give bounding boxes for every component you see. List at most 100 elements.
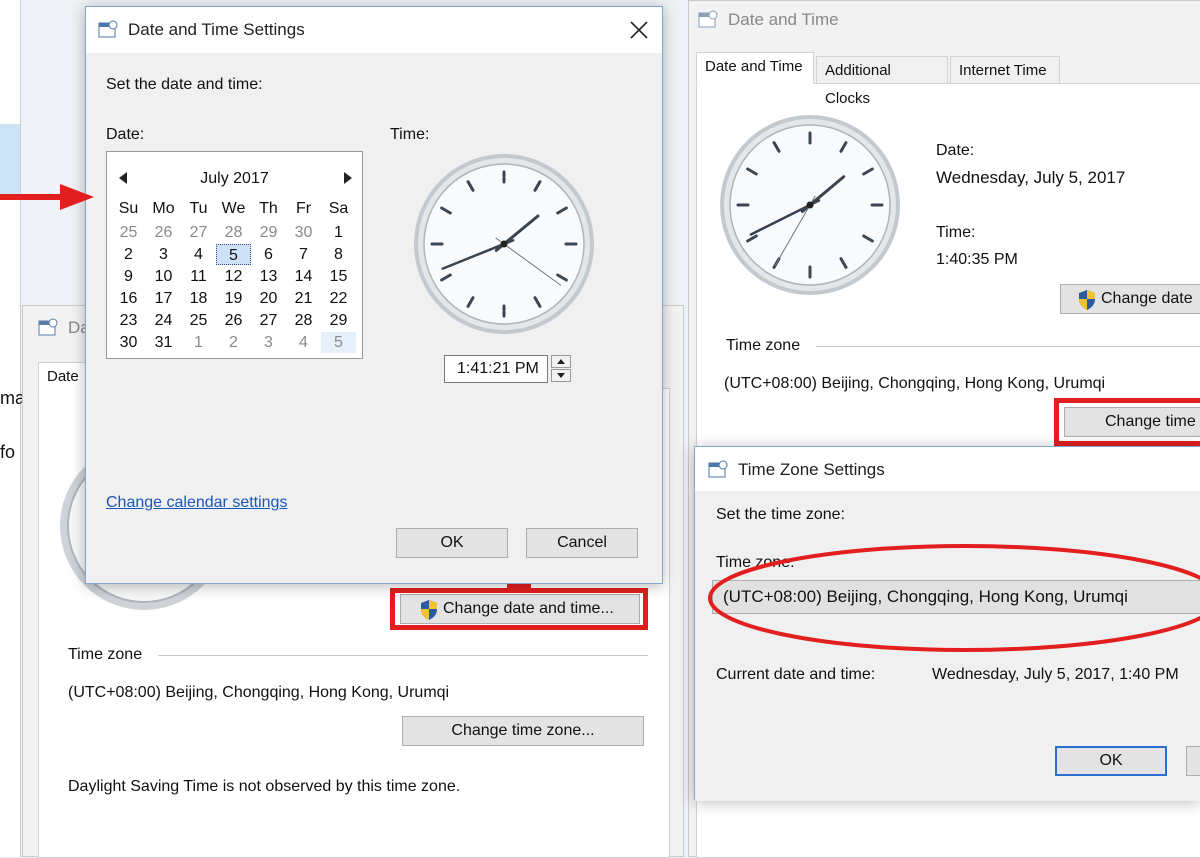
clock-center	[500, 240, 508, 248]
calendar-day[interactable]: 2	[111, 244, 146, 265]
calendar-day[interactable]: 12	[216, 266, 251, 287]
left-timezone-value: (UTC+08:00) Beijing, Chongqing, Hong Kon…	[68, 684, 450, 701]
close-icon[interactable]	[628, 19, 650, 41]
calendar-day[interactable]: 7	[286, 244, 321, 265]
calendar-day[interactable]: 24	[146, 310, 181, 331]
calendar-day[interactable]: 27	[251, 310, 286, 331]
left-timezone-divider	[158, 655, 648, 656]
weekday-header: Sa	[328, 200, 349, 217]
ok-button[interactable]: OK	[396, 528, 508, 558]
calendar-day[interactable]: 1	[181, 332, 216, 353]
right-date-value: Wednesday, July 5, 2017	[936, 168, 1126, 187]
red-right-arrow	[0, 184, 94, 210]
calendar-day[interactable]: 14	[286, 266, 321, 287]
time-spin-down[interactable]	[551, 369, 571, 382]
calendar-day[interactable]: 4	[286, 332, 321, 353]
tz-current-value: Wednesday, July 5, 2017, 1:40 PM	[932, 666, 1179, 683]
right-change-date-label: Change date	[1101, 290, 1193, 307]
calendar-day[interactable]: 18	[181, 288, 216, 309]
calendar-day[interactable]: 23	[111, 310, 146, 331]
tab-date-and-time[interactable]: Date and Time	[696, 52, 814, 84]
calendar-icon	[708, 460, 728, 478]
calendar-day[interactable]: 22	[321, 288, 356, 309]
calendar-day[interactable]: 3	[146, 244, 181, 265]
calendar-icon	[98, 20, 118, 38]
tz-cancel-button-partial[interactable]	[1186, 746, 1200, 776]
calendar-day[interactable]: 25	[111, 222, 146, 243]
calendar[interactable]: July 2017 Su Mo Tu We Th Fr Sa 25 26 27 28 29 30 1 2 3 4…	[106, 151, 363, 359]
time-input[interactable]: 1:41:21 PM	[444, 355, 548, 383]
calendar-month-title[interactable]: July 2017	[107, 170, 362, 188]
tab-additional-clocks[interactable]: Additional Clocks	[816, 56, 948, 107]
tz-current-label: Current date and time:	[716, 666, 876, 683]
calendar-day[interactable]: 6	[251, 244, 286, 265]
calendar-day[interactable]: 17	[146, 288, 181, 309]
calendar-day[interactable]: 28	[286, 310, 321, 331]
calendar-day[interactable]: 30	[111, 332, 146, 353]
calendar-day[interactable]: 27	[181, 222, 216, 243]
calendar-icon	[698, 10, 718, 28]
calendar-day[interactable]: 9	[111, 266, 146, 287]
calendar-day[interactable]: 3	[251, 332, 286, 353]
cancel-button[interactable]: Cancel	[526, 528, 638, 558]
calendar-icon	[38, 318, 58, 336]
right-time-label: Time:	[936, 224, 976, 241]
calendar-day[interactable]: 29	[321, 310, 356, 331]
analog-clock	[414, 154, 594, 334]
tz-instruction: Set the time zone:	[716, 506, 845, 523]
tab-internet-time[interactable]: Internet Time	[950, 56, 1060, 84]
calendar-day[interactable]: 10	[146, 266, 181, 287]
calendar-day[interactable]: 26	[216, 310, 251, 331]
calendar-day[interactable]: 16	[111, 288, 146, 309]
tz-dialog-title: Time Zone Settings	[738, 460, 885, 479]
calendar-day[interactable]: 20	[251, 288, 286, 309]
time-spin-up[interactable]	[551, 355, 571, 368]
weekday-header: Mo	[152, 200, 175, 217]
spin-up-icon	[557, 359, 565, 364]
dialog-title: Date and Time Settings	[128, 20, 305, 39]
calendar-day[interactable]: 25	[181, 310, 216, 331]
calendar-day[interactable]: 29	[251, 222, 286, 243]
calendar-day[interactable]: 2	[216, 332, 251, 353]
date-label: Date:	[106, 126, 145, 143]
calendar-day[interactable]: 4	[181, 244, 216, 265]
right-timezone-value: (UTC+08:00) Beijing, Chongqing, Hong Kon…	[724, 375, 1106, 392]
right-window-title: Date and Time	[728, 10, 839, 29]
calendar-day[interactable]: 19	[216, 288, 251, 309]
dialog-instruction: Set the date and time:	[106, 76, 263, 93]
calendar-grid: Su Mo Tu We Th Fr Sa 25 26 27 28 29 30 1 2 3 4 5 6 7 8 9 10 11 1…	[111, 200, 361, 358]
calendar-day[interactable]: 21	[286, 288, 321, 309]
weekday-header: Fr	[295, 200, 312, 217]
calendar-day[interactable]: 28	[216, 222, 251, 243]
tz-ok-button[interactable]: OK	[1055, 746, 1167, 776]
calendar-day[interactable]: 5	[321, 332, 356, 353]
change-date-time-button[interactable]: Change date and time...	[400, 594, 640, 624]
calendar-day[interactable]: 30	[286, 222, 321, 243]
right-date-label: Date:	[936, 142, 975, 159]
spin-down-icon	[557, 373, 565, 378]
change-date-time-label: Change date and time...	[443, 600, 614, 617]
clock-center	[806, 201, 814, 209]
calendar-day[interactable]: 5	[216, 244, 251, 265]
calendar-day[interactable]: 15	[321, 266, 356, 287]
right-change-time-zone-button[interactable]: Change time	[1064, 407, 1200, 437]
left-window-tab-date[interactable]: Date	[38, 362, 88, 394]
time-label: Time:	[390, 126, 430, 143]
left-change-timezone-button[interactable]: Change time zone...	[402, 716, 644, 746]
right-timezone-divider	[816, 346, 1200, 347]
calendar-day[interactable]: 26	[146, 222, 181, 243]
weekday-header: Su	[118, 200, 139, 217]
right-change-time-label: Change time	[1105, 413, 1196, 430]
right-change-date-button[interactable]: Change date	[1060, 284, 1200, 314]
calendar-day[interactable]: 11	[181, 266, 216, 287]
calendar-day[interactable]: 31	[146, 332, 181, 353]
calendar-day[interactable]: 1	[321, 222, 356, 243]
calendar-day[interactable]: 13	[251, 266, 286, 287]
weekday-header: We	[221, 200, 246, 217]
dst-note: Daylight Saving Time is not observed by …	[68, 778, 461, 795]
next-month-icon[interactable]	[344, 172, 352, 184]
change-calendar-settings-link[interactable]: Change calendar settings	[106, 494, 287, 512]
edge-fragment-2: fo	[0, 442, 16, 462]
right-time-value: 1:40:35 PM	[936, 251, 1018, 268]
calendar-day[interactable]: 8	[321, 244, 356, 265]
